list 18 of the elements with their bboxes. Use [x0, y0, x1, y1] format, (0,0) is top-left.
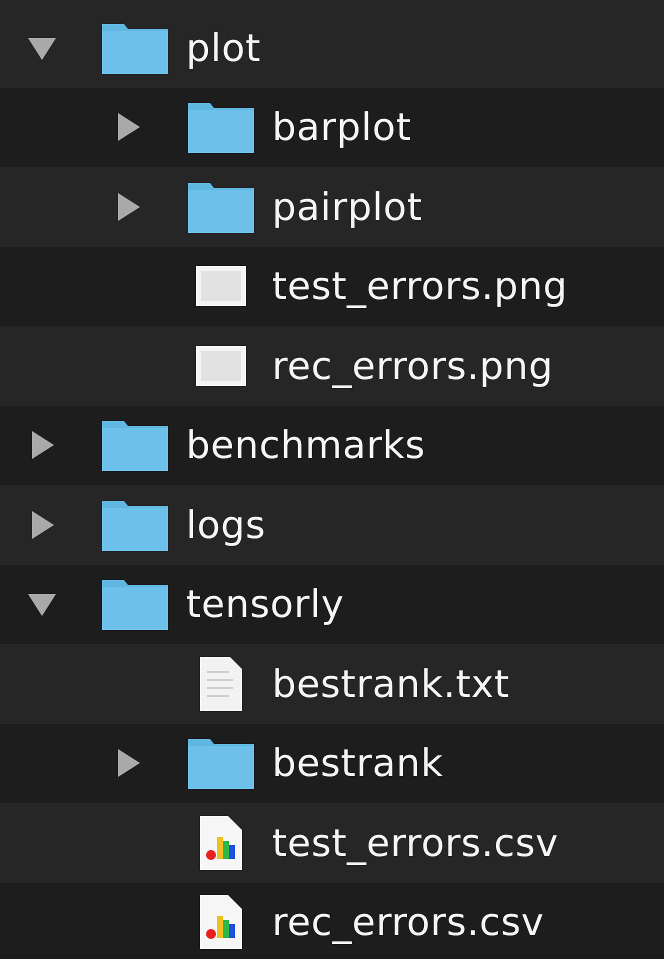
- file-name[interactable]: bestrank.txt: [272, 662, 510, 706]
- image-file-icon: [195, 344, 247, 387]
- file-name[interactable]: test_errors.csv: [272, 820, 559, 865]
- chart-file-icon: [199, 814, 243, 871]
- file-name[interactable]: tensorly: [186, 582, 344, 626]
- folder-icon: [101, 418, 169, 472]
- text-file-icon: [199, 656, 243, 712]
- file-name[interactable]: barplot: [272, 105, 412, 150]
- file-name[interactable]: plot: [186, 26, 261, 70]
- chart-file-icon: [199, 894, 243, 950]
- folder-icon: [187, 736, 255, 790]
- folder-icon: [187, 100, 255, 154]
- file-name[interactable]: rec_errors.png: [272, 344, 554, 388]
- file-name[interactable]: logs: [186, 502, 266, 547]
- image-file-icon: [195, 265, 247, 308]
- file-name[interactable]: pairplot: [272, 184, 422, 229]
- folder-icon: [101, 577, 169, 632]
- file-name[interactable]: bestrank: [272, 741, 444, 786]
